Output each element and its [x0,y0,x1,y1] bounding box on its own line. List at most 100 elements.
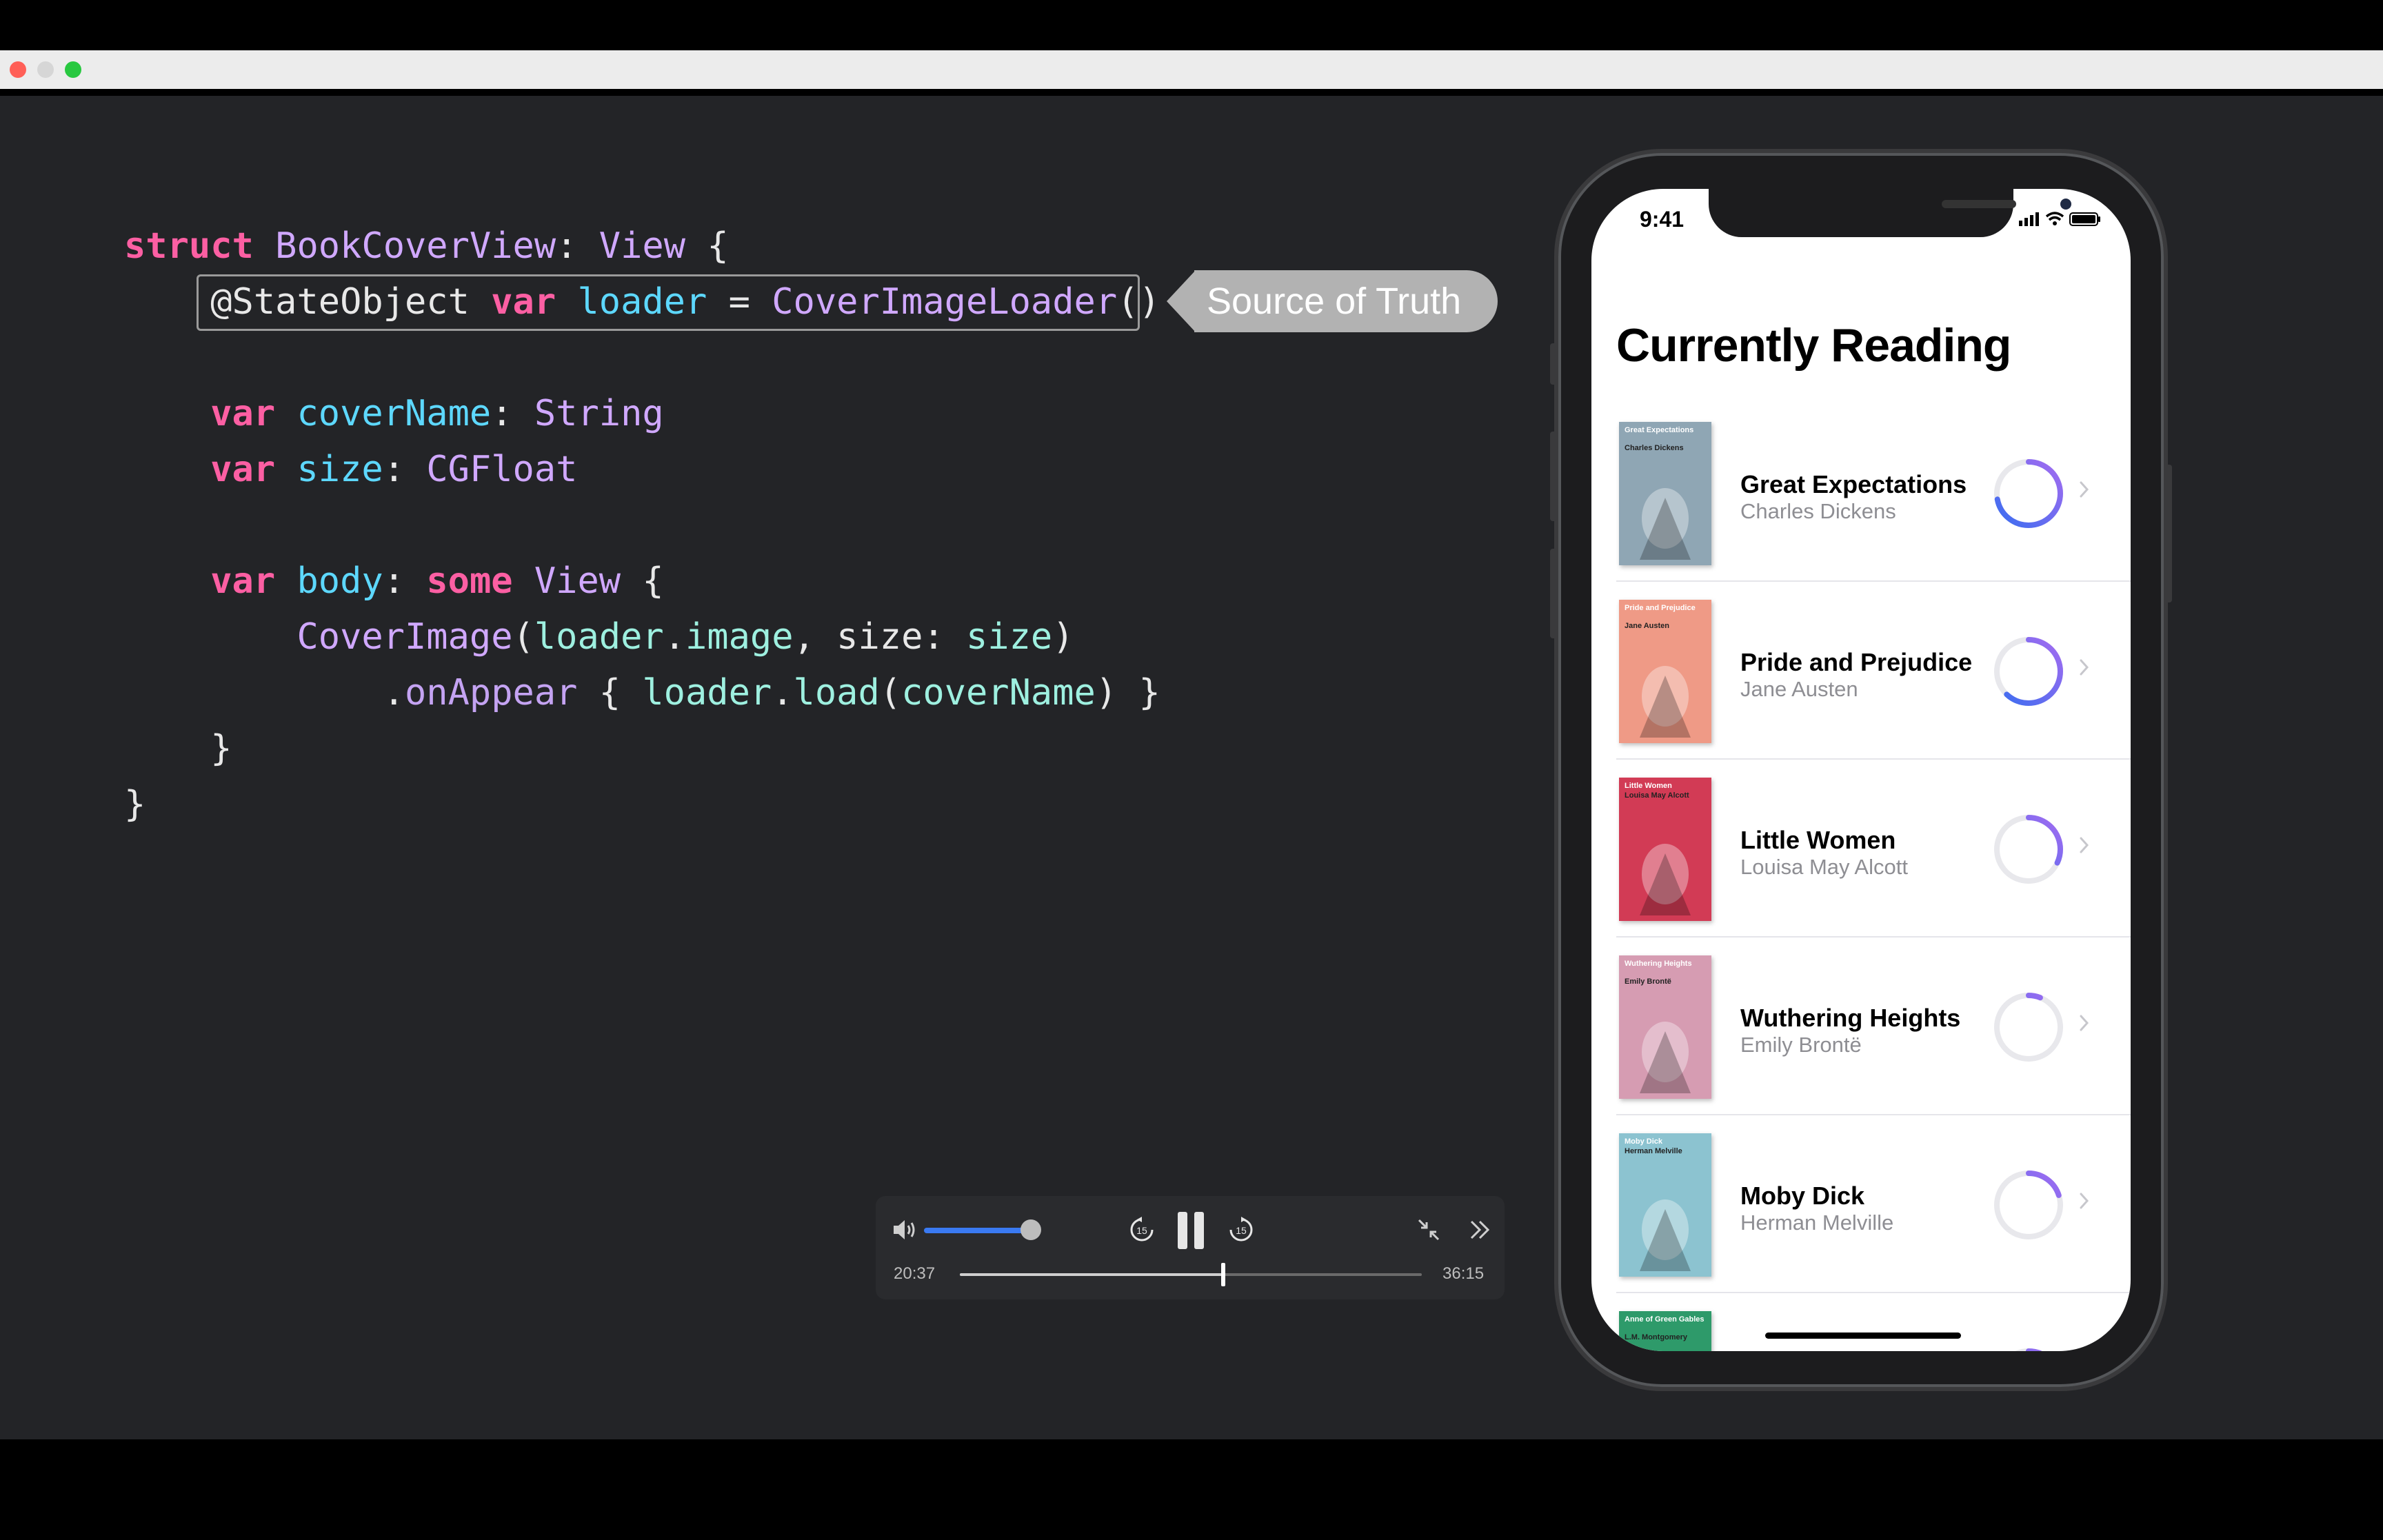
code-token: : [556,225,599,267]
wifi-icon [2045,212,2064,225]
book-author: Jane Austen [1740,677,1858,701]
code-token: size [966,616,1053,658]
code-token: load [793,672,880,713]
book-row[interactable]: Moby Dick Herman Melville Moby Dick Herman … [1591,1115,2131,1293]
code-token: ) } [1095,672,1160,713]
volume-knob[interactable] [1020,1219,1041,1240]
silent-switch [1550,343,1557,385]
code-token: struct [124,225,254,267]
code-line: var size: CGFloat [124,445,577,494]
speaker [1942,200,2016,208]
book-cover-image: Wuthering Heights Emily Brontë [1619,955,1711,1099]
callout-arrow [1167,270,1196,332]
code-token: BookCoverView [275,225,556,267]
code-token: loader [534,616,664,658]
skip-forward-15-icon[interactable]: 15 [1227,1216,1255,1244]
reading-progress-ring [1994,993,2063,1062]
progress-scrubber[interactable] [960,1273,1422,1276]
cover-illustration [1640,1199,1691,1271]
book-row[interactable]: Wuthering Heights Emily Brontë Wuthering H… [1591,938,2131,1115]
volume-icon[interactable] [891,1217,918,1242]
code-token: body [296,560,383,602]
skip-forward-label: 15 [1236,1225,1247,1236]
iphone-mockup: 9:41 Currently Reading Great Expectation… [1550,153,2172,1387]
pause-button[interactable] [1178,1212,1207,1249]
code-token: } [124,728,232,769]
code-token: : [491,393,534,434]
duration-time: 36:15 [1442,1264,1485,1283]
chevron-right-icon [2080,481,2089,498]
zoom-window-button[interactable] [65,61,81,78]
notch [1709,189,2071,237]
reading-progress-ring [1994,815,2063,884]
code-line: } [124,780,145,829]
code-line: CoverImage(loader.image, size: size) [124,613,1074,661]
skip-back-label: 15 [1136,1225,1147,1236]
side-button [2165,465,2172,602]
progress-fill [960,1273,1223,1276]
book-title: Great Expectations [1740,470,1967,498]
book-row[interactable]: Anne of Green GablesL.M. MontgomeryAnne … [1591,1293,2131,1351]
code-token: coverName [901,672,1096,713]
callout-label: Source of Truth [1207,281,1462,322]
code-token: var [210,449,276,490]
pause-bar-left [1178,1212,1187,1249]
code-token: ) [1052,616,1074,658]
book-row[interactable]: Pride and Prejudice Jane Austen Pride and … [1591,582,2131,760]
code-token: : [383,560,427,602]
book-author: Herman Melville [1740,1210,1894,1235]
divider [0,89,2383,96]
source-of-truth-callout: Source of Truth [1167,270,1498,332]
code-token: String [534,393,664,434]
playhead[interactable] [1220,1263,1225,1286]
book-row[interactable]: Great Expectations Charles Dickens Great E… [1591,404,2131,582]
close-window-button[interactable] [10,61,26,78]
book-title: Little Women [1740,826,1896,854]
book-cover-image: Moby Dick Herman Melville [1619,1133,1711,1277]
code-token: , size: [793,616,966,658]
chevron-right-icon [2080,659,2089,676]
phone-screen: 9:41 Currently Reading Great Expectation… [1591,189,2131,1351]
volume-up-button [1550,432,1557,521]
code-token: onAppear [405,672,578,713]
fast-forward-icon[interactable] [1466,1216,1494,1244]
code-line: struct BookCoverView: View { [124,222,729,270]
code-token: } [124,784,146,825]
skip-back-15-icon[interactable]: 15 [1128,1216,1156,1244]
code-token: image [685,616,794,658]
book-row[interactable]: Little Women Louisa May Alcott Little Wome… [1591,760,2131,938]
home-indicator[interactable] [1765,1333,1961,1339]
code-token: ( [512,616,534,658]
code-token: { [577,672,643,713]
book-cover-image: Great Expectations Charles Dickens [1619,422,1711,565]
cover-illustration [1640,1022,1691,1093]
chevron-right-icon [2080,1015,2089,1031]
book-author: Emily Brontë [1740,1033,1862,1057]
code-token: View [599,225,686,267]
code-token: loader [642,672,772,713]
code-line: var body: some View { [124,557,664,605]
book-author: Louisa May Alcott [1740,855,1908,879]
reading-progress-ring [1994,1171,2063,1239]
cover-illustration [1619,1311,1711,1351]
code-token: some [426,560,513,602]
cover-illustration [1640,488,1691,560]
book-title: Pride and Prejudice [1740,648,1973,676]
code-token: . [124,672,405,713]
highlight-box [197,274,1140,331]
volume-slider[interactable] [924,1228,1032,1233]
volume-down-button [1550,549,1557,638]
code-token: size [296,449,383,490]
book-cover-image: Pride and Prejudice Jane Austen [1619,600,1711,743]
exit-fullscreen-icon[interactable] [1415,1216,1442,1244]
code-token: : [383,449,427,490]
top-black-bar [0,0,2383,50]
code-token: var [210,393,276,434]
minimize-window-button[interactable] [37,61,54,78]
code-line: var coverName: String [124,389,664,438]
